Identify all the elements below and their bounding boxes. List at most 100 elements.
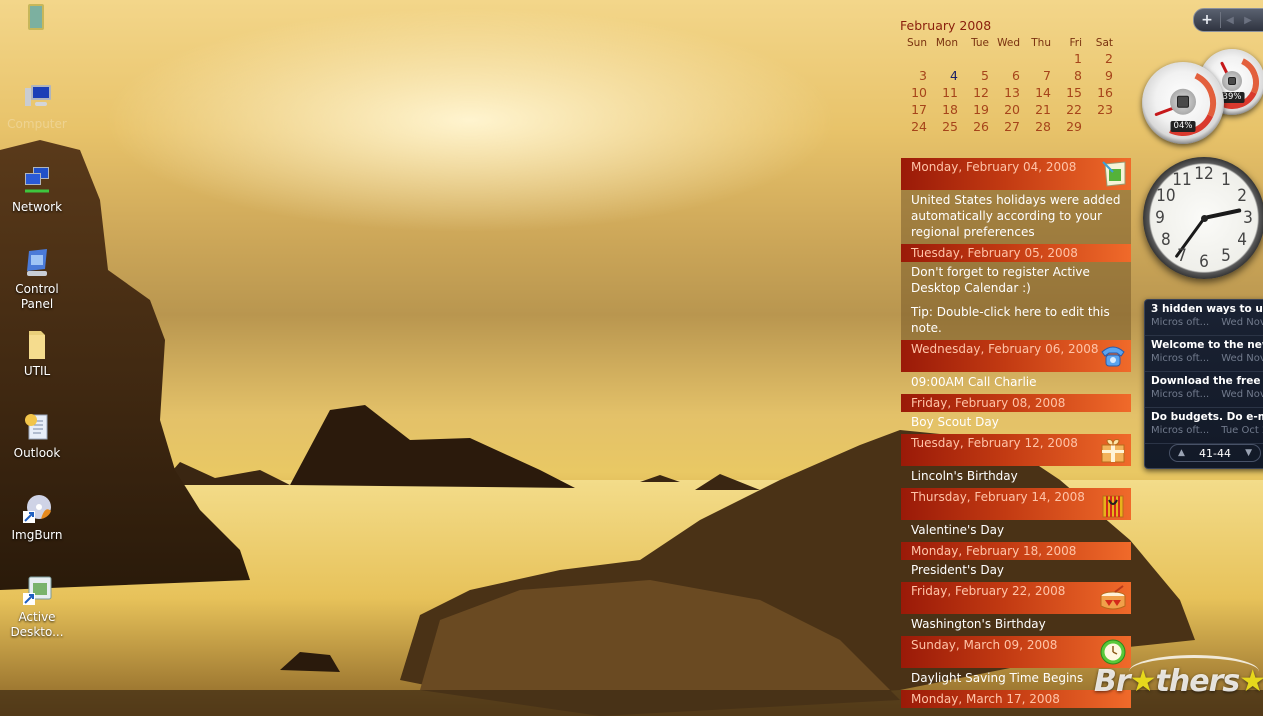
clock-numeral: 12 [1194, 164, 1214, 184]
add-gadget-button[interactable]: + [1194, 12, 1221, 28]
calendar-day[interactable]: 15 [1055, 85, 1086, 102]
clock-numeral: 2 [1237, 186, 1247, 206]
next-gadget-page-button[interactable]: ▶ [1239, 15, 1257, 26]
event-entry[interactable]: Tuesday, February 05, 2008 Don't forget t… [901, 244, 1131, 340]
clock-gadget[interactable]: 12 1 2 3 4 5 6 7 8 9 10 11 [1143, 157, 1263, 279]
event-note[interactable]: Valentine's Day [901, 520, 1131, 542]
feed-previous-button[interactable]: ▲ [1178, 448, 1185, 458]
weekday-header: Thu [1031, 37, 1051, 49]
calendar-day[interactable]: 2 [1086, 51, 1117, 68]
calendar-day[interactable]: 23 [1086, 102, 1117, 119]
calendar-day[interactable]: 6 [993, 68, 1024, 85]
desktop-icon-network[interactable]: Network [0, 165, 75, 215]
calendar-day[interactable]: 27 [993, 119, 1024, 136]
desktop-icon-label: ImgBurn [11, 528, 63, 542]
feed-item-date: Tue Oct 23 [1221, 425, 1263, 436]
desktop-icon-util[interactable]: UTIL [0, 329, 75, 379]
event-entry[interactable]: Friday, February 22, 2008 Washington's Bi… [901, 582, 1131, 636]
event-note[interactable]: 09:00AM Call Charlie [901, 372, 1131, 394]
feed-item-source: Micros oft... [1151, 425, 1210, 436]
feed-item-title: Download the free a... [1151, 375, 1263, 387]
calendar-day[interactable]: 1 [1055, 51, 1086, 68]
event-date: Monday, March 17, 2008 [911, 692, 1060, 706]
calendar-day[interactable]: 7 [1024, 68, 1055, 85]
desktop-icon-computer[interactable]: Computer [0, 82, 75, 132]
calendar-day[interactable]: 10 [900, 85, 931, 102]
calendar-day[interactable]: 25 [931, 119, 962, 136]
calendar-day[interactable]: 4 [931, 68, 962, 85]
memory-chip-icon [1222, 71, 1242, 91]
month-calendar[interactable]: February 2008 Sun Mon Tue Wed Thu Fri Sat 1 2 3 4 5… [900, 18, 1130, 136]
calendar-day[interactable]: 11 [931, 85, 962, 102]
event-note-text: President's Day [911, 563, 1005, 577]
calendar-day[interactable]: 26 [962, 119, 993, 136]
desktop-icon-label: Active Deskto... [10, 610, 64, 639]
feed-item[interactable]: Download the free a... Micros oft... Wed N… [1145, 372, 1263, 408]
feed-item-date: Wed Nov 7 [1221, 317, 1263, 328]
desktop-icon-control-panel[interactable]: Control Panel [0, 247, 75, 312]
desktop-icon-active-desktop-calendar[interactable]: Active Deskto... [0, 575, 75, 640]
clock-numeral: 5 [1221, 246, 1231, 267]
calendar-day[interactable]: 12 [962, 85, 993, 102]
calendar-day[interactable]: 28 [1024, 119, 1055, 136]
calendar-day[interactable]: 9 [1086, 68, 1117, 85]
event-note[interactable]: Washington's Birthday [901, 614, 1131, 636]
weekday-header: Tue [971, 37, 989, 49]
calendar-day[interactable]: 5 [962, 68, 993, 85]
feed-item[interactable]: Welcome to the new... Micros oft... Wed No… [1145, 336, 1263, 372]
network-icon [21, 165, 53, 197]
calendar-day[interactable]: 18 [931, 102, 962, 119]
event-entry[interactable]: Wednesday, February 06, 2008 09:00AM Call… [901, 340, 1131, 394]
previous-gadget-page-button[interactable]: ◀ [1221, 15, 1239, 26]
calendar-day[interactable]: 8 [1055, 68, 1086, 85]
event-date-header: Thursday, February 14, 2008 [901, 488, 1131, 520]
event-date: Wednesday, February 06, 2008 [911, 342, 1099, 356]
event-note[interactable]: Lincoln's Birthday [901, 466, 1131, 488]
event-note[interactable]: United States holidays were added automa… [901, 190, 1131, 244]
event-entry[interactable]: Monday, February 04, 2008 United States h… [901, 158, 1131, 244]
event-note[interactable]: Don't forget to register Active Desktop … [901, 262, 1131, 340]
calendar-day[interactable]: 14 [1024, 85, 1055, 102]
feed-item-date: Wed Nov 7 [1221, 389, 1263, 400]
calendar-day[interactable]: 3 [900, 68, 931, 85]
calendar-day[interactable]: 22 [1055, 102, 1086, 119]
event-entry[interactable]: Friday, February 08, 2008 Boy Scout Day [901, 394, 1131, 434]
weekday-header: Wed [997, 37, 1020, 49]
event-date: Thursday, February 14, 2008 [911, 490, 1085, 504]
clock-numeral: 11 [1172, 169, 1192, 190]
shopping-bag-icon [1099, 490, 1127, 518]
event-note[interactable]: President's Day [901, 560, 1131, 582]
event-entry[interactable]: Thursday, February 14, 2008 Valentine's D… [901, 488, 1131, 542]
event-note[interactable]: Boy Scout Day [901, 412, 1131, 434]
event-date-header: Monday, February 18, 2008 [901, 542, 1131, 560]
event-entry[interactable]: Tuesday, February 12, 2008 Lincoln's Birt… [901, 434, 1131, 488]
event-note-text: 09:00AM Call Charlie [911, 375, 1037, 389]
calendar-day[interactable]: 16 [1086, 85, 1117, 102]
weekday-header: Mon [935, 37, 958, 49]
user-folder-icon [20, 2, 52, 34]
calendar-day[interactable]: 13 [993, 85, 1024, 102]
clock-numeral: 3 [1243, 208, 1253, 228]
cpu-percent: 04% [1170, 121, 1196, 132]
calendar-day[interactable]: 17 [900, 102, 931, 119]
desktop-icon-user-folder[interactable] [0, 2, 74, 37]
calendar-day[interactable]: 24 [900, 119, 931, 136]
event-entry[interactable]: Monday, February 18, 2008 President's Day [901, 542, 1131, 582]
calendar-day[interactable]: 29 [1055, 119, 1086, 136]
calendar-day[interactable]: 19 [962, 102, 993, 119]
clock-hour-hand [1203, 208, 1242, 220]
desktop-icon-outlook[interactable]: Outlook [0, 411, 75, 461]
control-panel-icon [21, 247, 53, 279]
event-date: Tuesday, February 12, 2008 [911, 436, 1078, 450]
calendar-grid: Sun Mon Tue Wed Thu Fri Sat 1 2 3 4 5 6 7 8 9 10 11 12 13 14… [900, 37, 1130, 136]
desktop-icon-label: Control Panel [15, 282, 59, 311]
desktop-icon-imgburn[interactable]: ImgBurn [0, 493, 75, 543]
feed-item[interactable]: 3 hidden ways to use... Micros oft... Wed … [1145, 300, 1263, 336]
calendar-day[interactable]: 20 [993, 102, 1024, 119]
feed-item[interactable]: Do budgets. Do e-m... Micros oft... Tue Oc… [1145, 408, 1263, 444]
feed-next-button[interactable]: ▼ [1245, 448, 1252, 458]
drum-icon [1099, 584, 1127, 612]
event-note-text: Boy Scout Day [911, 415, 999, 429]
calendar-day[interactable]: 21 [1024, 102, 1055, 119]
sidebar-gadget-toolbar: + ◀ ▶ [1193, 8, 1263, 32]
